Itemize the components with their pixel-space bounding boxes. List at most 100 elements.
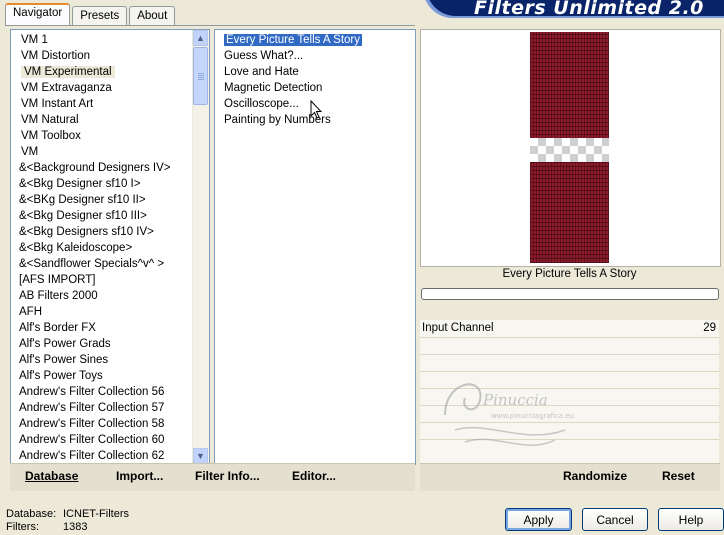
category-item-label: [AFS IMPORT] <box>19 274 96 286</box>
category-item[interactable]: VM 1 <box>11 32 209 48</box>
tab-about[interactable]: About <box>129 6 176 26</box>
status-filters: Filters: 1383 <box>6 521 87 534</box>
category-item[interactable]: AFH <box>11 304 209 320</box>
apply-button[interactable]: Apply <box>505 508 572 531</box>
category-item-label: Andrew's Filter Collection 57 <box>19 402 165 414</box>
category-list[interactable]: VM 1 VM Distortion VM Experimental VM Extra… <box>10 29 210 465</box>
category-item-label: &<Bkg Designer sf10 III> <box>19 210 147 222</box>
scroll-down-button[interactable]: ▼ <box>193 448 208 464</box>
category-item[interactable]: Alf's Power Toys <box>11 368 209 384</box>
help-button[interactable]: Help <box>658 508 724 531</box>
watermark-subtext: www.pinucciagrafica.eu <box>491 412 574 420</box>
category-item[interactable]: &<Sandflower Specials^v^ > <box>11 256 209 272</box>
category-item-label: VM Natural <box>21 114 79 126</box>
editor-button-label: Editor... <box>292 469 337 483</box>
category-item[interactable]: Andrew's Filter Collection 56 <box>11 384 209 400</box>
category-item[interactable]: &<Bkg Designer sf10 III> <box>11 208 209 224</box>
cancel-button[interactable]: Cancel <box>582 508 648 531</box>
filter-list[interactable]: Every Picture Tells A Story Guess What?..… <box>214 29 416 465</box>
category-items: VM 1 VM Distortion VM Experimental VM Extra… <box>11 30 209 464</box>
thumb-grip <box>198 79 204 80</box>
tab-presets[interactable]: Presets <box>72 6 128 26</box>
filter-info-button-label: Filter Info... <box>195 469 260 483</box>
preview-caption: Every Picture Tells A Story <box>502 268 637 280</box>
watermark-logo: Pinuccia www.pinucciagrafica.eu <box>444 383 574 446</box>
category-item-label: Alf's Border FX <box>19 322 96 334</box>
category-item[interactable]: Alf's Border FX <box>11 320 209 336</box>
status-database-key: Database: <box>6 508 57 520</box>
filter-item[interactable]: Guess What?... <box>215 48 415 64</box>
filter-item-label: Every Picture Tells A Story <box>222 33 364 47</box>
category-item[interactable]: Andrew's Filter Collection 57 <box>11 400 209 416</box>
category-item[interactable]: Andrew's Filter Collection 58 <box>11 416 209 432</box>
import-button-label: Import... <box>116 469 164 483</box>
category-item[interactable]: VM Toolbox <box>11 128 209 144</box>
database-button[interactable]: Database <box>25 468 78 484</box>
category-item[interactable]: Alf's Power Grads <box>11 336 209 352</box>
category-item[interactable]: &<Bkg Designer sf10 I> <box>11 176 209 192</box>
category-item-label: Andrew's Filter Collection 60 <box>19 434 165 446</box>
category-item[interactable]: &<Bkg Designers sf10 IV> <box>11 224 209 240</box>
filter-item-label: Guess What?... <box>224 50 304 62</box>
category-item[interactable]: [AFS IMPORT] <box>11 272 209 288</box>
thumb-grip <box>198 75 204 76</box>
category-item-label: Alf's Power Toys <box>19 370 103 382</box>
category-item-label: VM <box>21 146 39 158</box>
category-item-label: AB Filters 2000 <box>19 290 98 302</box>
mouse-cursor-icon <box>310 100 322 119</box>
category-item-label: &<Sandflower Specials^v^ > <box>19 258 165 270</box>
filter-item[interactable]: Love and Hate <box>215 64 415 80</box>
category-scrollbar[interactable]: ▲ ▼ <box>192 30 209 464</box>
filter-item[interactable]: Magnetic Detection <box>215 80 415 96</box>
preview-transparency <box>530 138 609 162</box>
category-item-label: Andrew's Filter Collection 62 <box>19 450 165 462</box>
category-item[interactable]: Alf's Power Sines <box>11 352 209 368</box>
filter-item[interactable]: Every Picture Tells A Story <box>215 32 415 48</box>
randomize-button[interactable]: Randomize <box>563 468 627 484</box>
category-item[interactable]: &<Background Designers IV> <box>11 160 209 176</box>
category-item-label: Andrew's Filter Collection 56 <box>19 386 165 398</box>
category-item[interactable]: Andrew's Filter Collection 62 <box>11 448 209 464</box>
category-item-label: Alf's Power Sines <box>19 354 109 366</box>
slider-input-channel-value[interactable]: 29 <box>703 322 716 334</box>
category-item[interactable]: VM Natural <box>11 112 209 128</box>
category-item[interactable]: Andrew's Filter Collection 60 <box>11 432 209 448</box>
category-item[interactable]: VM Extravaganza <box>11 80 209 96</box>
category-item-label: Alf's Power Grads <box>19 338 111 350</box>
app-title: Filters Unlimited 2.0 <box>474 0 704 19</box>
editor-button[interactable]: Editor... <box>292 468 336 484</box>
progress-bar <box>421 288 719 300</box>
watermark-text: Pinuccia <box>482 391 548 409</box>
scroll-up-button[interactable]: ▲ <box>193 30 208 46</box>
scroll-thumb[interactable] <box>193 47 208 105</box>
category-item-label: VM Toolbox <box>21 130 81 142</box>
randomize-button-label: Randomize <box>563 469 628 483</box>
category-item-label: &<Bkg Kaleidoscope> <box>19 242 133 254</box>
category-item-label: &<Bkg Designer sf10 I> <box>19 178 141 190</box>
category-item[interactable]: VM Instant Art <box>11 96 209 112</box>
tab-divider <box>5 25 415 26</box>
slider-input-channel-label[interactable]: Input Channel <box>422 322 494 334</box>
thumb-grip <box>198 77 204 78</box>
slider-divider <box>420 354 719 355</box>
status-filters-key: Filters: <box>6 521 39 533</box>
category-item[interactable]: AB Filters 2000 <box>11 288 209 304</box>
category-item-label: &<BKg Designer sf10 II> <box>19 194 146 206</box>
tab-bar: Navigator Presets About <box>5 3 177 26</box>
filter-info-button[interactable]: Filter Info... <box>195 468 260 484</box>
category-item[interactable]: &<BKg Designer sf10 II> <box>11 192 209 208</box>
category-item[interactable]: VM Experimental <box>11 64 209 80</box>
category-item-label: VM Extravaganza <box>21 82 112 94</box>
thumb-grip <box>198 73 204 74</box>
category-item-label: &<Background Designers IV> <box>19 162 171 174</box>
reset-button[interactable]: Reset <box>662 468 695 484</box>
category-item[interactable]: &<Bkg Kaleidoscope> <box>11 240 209 256</box>
category-item[interactable]: VM <box>11 144 209 160</box>
status-database-value: ICNET-Filters <box>63 508 129 520</box>
status-filters-value: 1383 <box>63 521 88 533</box>
category-item[interactable]: VM Distortion <box>11 48 209 64</box>
filter-item-label: Love and Hate <box>224 66 299 78</box>
status-database: Database: ICNET-Filters <box>6 508 129 521</box>
import-button[interactable]: Import... <box>116 468 163 484</box>
tab-navigator[interactable]: Navigator <box>5 3 71 26</box>
